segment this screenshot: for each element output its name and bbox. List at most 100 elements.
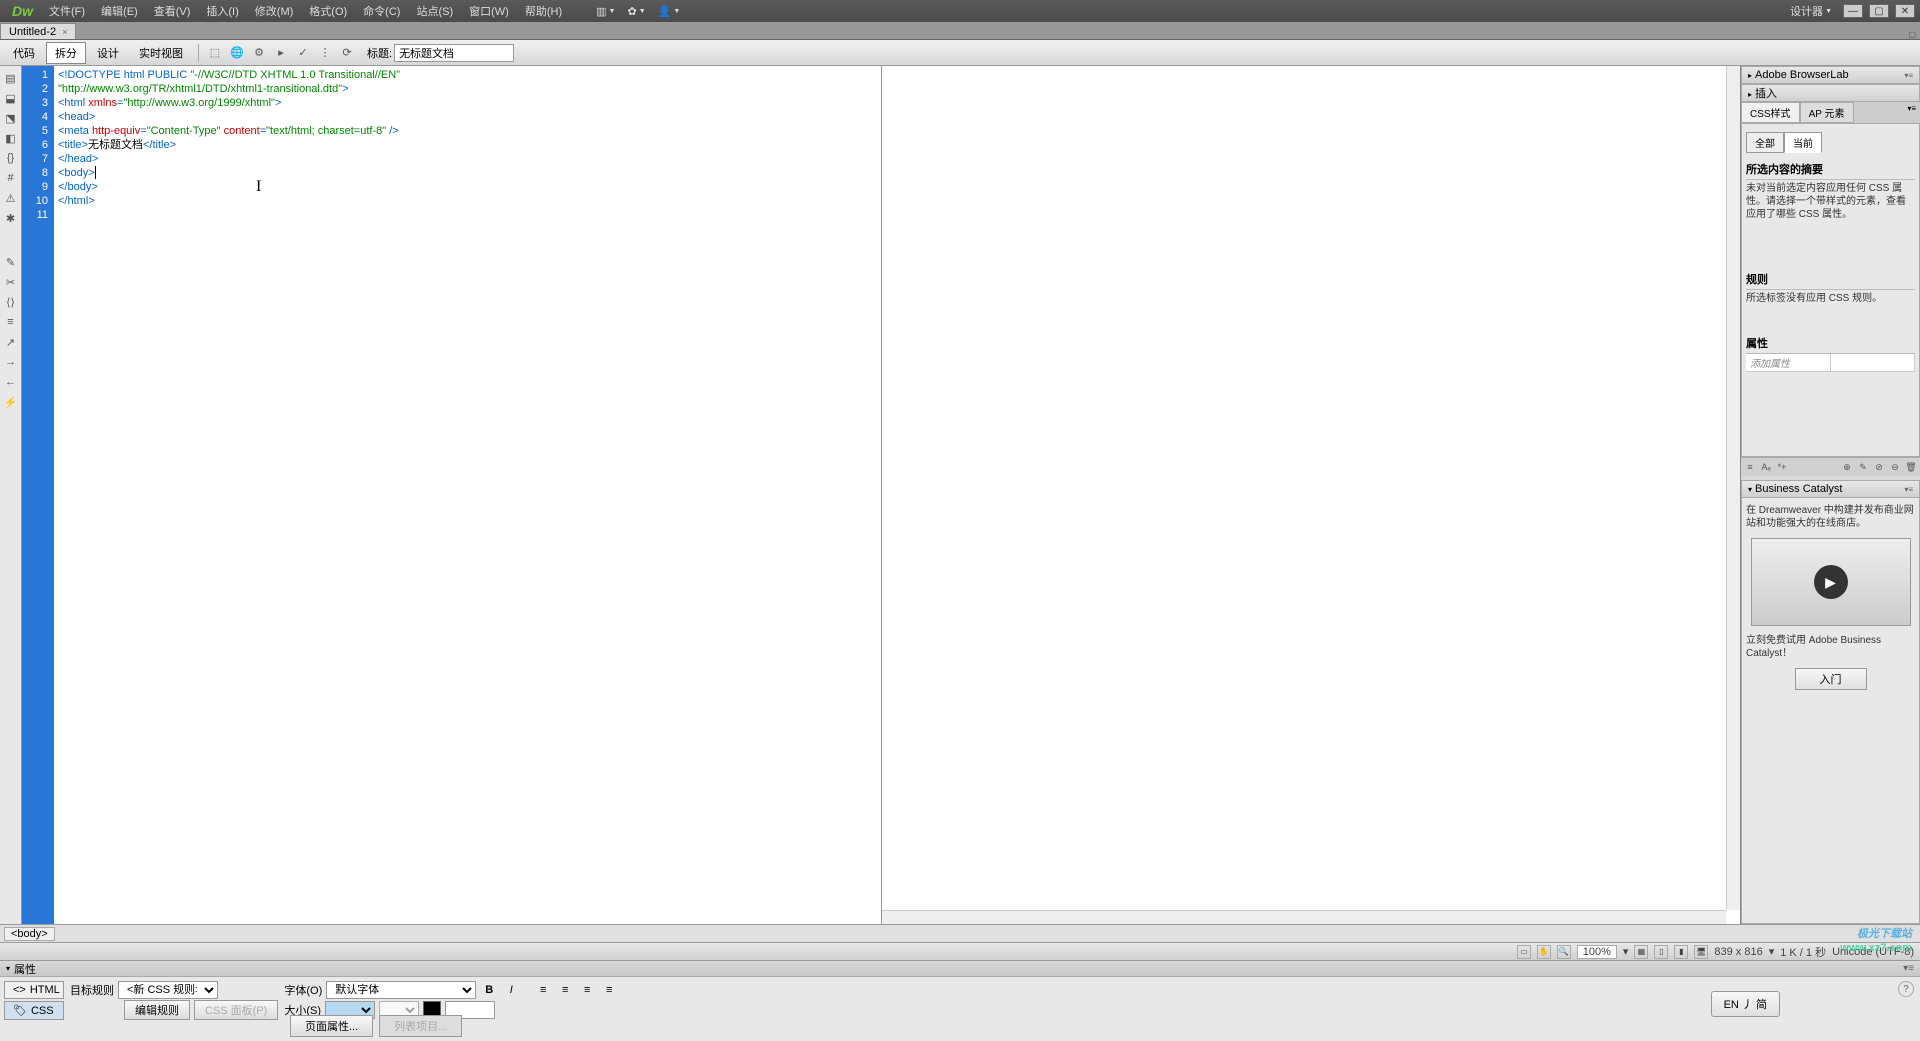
apply-comment-icon[interactable]: ✎ xyxy=(0,252,21,272)
target-rule-select[interactable]: <新 CSS 规则> xyxy=(118,981,218,999)
close-window-button[interactable]: ✕ xyxy=(1895,4,1915,18)
help-icon[interactable]: ? xyxy=(1898,981,1914,997)
zoom-dropdown-icon[interactable]: ▾ xyxy=(1623,945,1629,958)
status-dimensions[interactable]: 839 x 816 xyxy=(1714,946,1762,958)
tab-ap-elements[interactable]: AP 元素 xyxy=(1800,102,1854,123)
bc-start-button[interactable]: 入门 xyxy=(1795,668,1867,690)
nav-icon[interactable]: ▸ xyxy=(271,43,291,63)
bc-video-thumb[interactable]: ▶ xyxy=(1751,538,1911,626)
attach-style-icon[interactable]: ⊕ xyxy=(1840,460,1854,474)
italic-button[interactable]: I xyxy=(502,981,520,999)
hand-tool-icon[interactable]: ✋ xyxy=(1537,945,1551,959)
tabbar-restore-icon[interactable]: ▢ xyxy=(1908,30,1916,39)
minimize-button[interactable]: — xyxy=(1843,4,1863,18)
tab-close-icon[interactable]: × xyxy=(62,27,67,37)
font-select[interactable]: 默认字体 xyxy=(326,981,476,999)
show-set-icon[interactable]: *+ xyxy=(1775,460,1789,474)
syntax-error-icon[interactable]: ✱ xyxy=(0,208,21,228)
property-row[interactable]: 添加属性 xyxy=(1746,354,1915,372)
show-category-icon[interactable]: ≡ xyxy=(1743,460,1757,474)
css-panel-button[interactable]: CSS 面板(P) xyxy=(194,1000,278,1020)
outdent-icon[interactable]: ← xyxy=(0,372,21,392)
align-left-button[interactable]: ≡ xyxy=(534,981,552,999)
menu-commands[interactable]: 命令(C) xyxy=(355,3,408,19)
horizontal-scrollbar[interactable] xyxy=(882,910,1727,924)
desktop-icon[interactable]: 🖥 xyxy=(1694,945,1708,959)
align-center-button[interactable]: ≡ xyxy=(556,981,574,999)
view-design[interactable]: 设计 xyxy=(88,42,128,64)
live-code-icon[interactable]: ⬚ xyxy=(205,43,225,63)
align-right-button[interactable]: ≡ xyxy=(578,981,596,999)
title-input[interactable] xyxy=(394,44,514,62)
design-view[interactable] xyxy=(882,66,1741,924)
html-mode-button[interactable]: <>HTML xyxy=(4,981,64,999)
css-all-button[interactable]: 全部 xyxy=(1746,132,1784,153)
phone-icon[interactable]: ▮ xyxy=(1674,945,1688,959)
css-current-button[interactable]: 当前 xyxy=(1784,132,1822,153)
edit-rule-button[interactable]: 编辑规则 xyxy=(124,1000,190,1020)
status-dropdown-icon[interactable]: ▾ xyxy=(1769,945,1775,958)
view-code[interactable]: 代码 xyxy=(4,42,44,64)
page-properties-button[interactable]: 页面属性... xyxy=(290,1015,373,1037)
show-list-icon[interactable]: Aₐ xyxy=(1759,460,1773,474)
workspace-switcher[interactable]: 设计器 ▼ xyxy=(1784,3,1838,19)
server-icon[interactable]: ⚙ xyxy=(249,43,269,63)
bold-button[interactable]: B xyxy=(480,981,498,999)
menu-window[interactable]: 窗口(W) xyxy=(461,3,517,19)
balance-braces-icon[interactable]: {} xyxy=(0,148,21,168)
recent-snippets-icon[interactable]: ≡ xyxy=(0,312,21,332)
line-numbers-icon[interactable]: # xyxy=(0,168,21,188)
menu-modify[interactable]: 修改(M) xyxy=(247,3,302,19)
panel-browserlab[interactable]: ▸Adobe BrowserLab▾≡ xyxy=(1741,66,1920,84)
open-docs-icon[interactable]: ▤ xyxy=(0,68,21,88)
delete-style-icon[interactable]: 🗑 xyxy=(1904,460,1918,474)
document-tab[interactable]: Untitled-2 × xyxy=(0,23,76,39)
menu-format[interactable]: 格式(O) xyxy=(301,3,355,19)
format-source-icon[interactable]: ⚡ xyxy=(0,392,21,412)
css-mode-button[interactable]: 🏷CSS xyxy=(4,1001,64,1020)
options-icon[interactable]: ⋮ xyxy=(315,43,335,63)
add-property-cell[interactable]: 添加属性 xyxy=(1746,354,1831,371)
menu-edit[interactable]: 编辑(E) xyxy=(93,3,146,19)
menu-view[interactable]: 查看(V) xyxy=(146,3,199,19)
align-justify-button[interactable]: ≡ xyxy=(600,981,618,999)
check-icon[interactable]: ✓ xyxy=(293,43,313,63)
menu-insert[interactable]: 插入(I) xyxy=(198,3,246,19)
view-live[interactable]: 实时视图 xyxy=(130,42,192,64)
tab-css-styles[interactable]: CSS样式 xyxy=(1741,102,1800,123)
wrap-tag-icon[interactable]: ⟨⟩ xyxy=(0,292,21,312)
property-value-cell[interactable] xyxy=(1831,354,1916,371)
layout-dropdown[interactable]: ▥ ▼ xyxy=(590,5,621,18)
move-css-icon[interactable]: ↗ xyxy=(0,332,21,352)
highlight-invalid-icon[interactable]: ⚠ xyxy=(0,188,21,208)
ime-toggle[interactable]: EN 丿 简 xyxy=(1711,991,1780,1017)
view-split[interactable]: 拆分 xyxy=(46,42,86,64)
inspect-icon[interactable]: 🌐 xyxy=(227,43,247,63)
expand-all-icon[interactable]: ⬔ xyxy=(0,108,21,128)
sync-dropdown[interactable]: 👤 ▼ xyxy=(652,5,687,18)
menu-site[interactable]: 站点(S) xyxy=(408,3,461,19)
collapse-tag-icon[interactable]: ⬓ xyxy=(0,88,21,108)
window-size-icon[interactable]: ▦ xyxy=(1634,945,1648,959)
zoom-level[interactable]: 100% xyxy=(1577,945,1617,959)
panel-insert[interactable]: ▸插入 xyxy=(1741,84,1920,102)
panel-menu-icon[interactable]: ▾≡ xyxy=(1903,102,1920,123)
props-menu-icon[interactable]: ▾≡ xyxy=(1903,963,1914,974)
indent-icon[interactable]: → xyxy=(0,352,21,372)
panel-business-catalyst[interactable]: ▾Business Catalyst▾≡ xyxy=(1741,480,1920,498)
code-content[interactable]: I <!DOCTYPE html PUBLIC "-//W3C//DTD XHT… xyxy=(54,66,881,924)
refresh-icon[interactable]: ⟳ xyxy=(337,43,357,63)
vertical-scrollbar[interactable] xyxy=(1726,66,1740,910)
zoom-tool-icon[interactable]: 🔍 xyxy=(1557,945,1571,959)
remove-comment-icon[interactable]: ✂ xyxy=(0,272,21,292)
menu-help[interactable]: 帮助(H) xyxy=(517,3,570,19)
select-parent-icon[interactable]: ◧ xyxy=(0,128,21,148)
menu-file[interactable]: 文件(F) xyxy=(41,3,93,19)
disable-icon[interactable]: ⊖ xyxy=(1888,460,1902,474)
new-rule-icon[interactable]: ✎ xyxy=(1856,460,1870,474)
extensions-dropdown[interactable]: ✿ ▼ xyxy=(621,5,651,18)
edit-style-icon[interactable]: ⊘ xyxy=(1872,460,1886,474)
tag-path[interactable]: <body> xyxy=(4,927,55,941)
tablet-icon[interactable]: ▯ xyxy=(1654,945,1668,959)
select-tool-icon[interactable]: ▭ xyxy=(1517,945,1531,959)
